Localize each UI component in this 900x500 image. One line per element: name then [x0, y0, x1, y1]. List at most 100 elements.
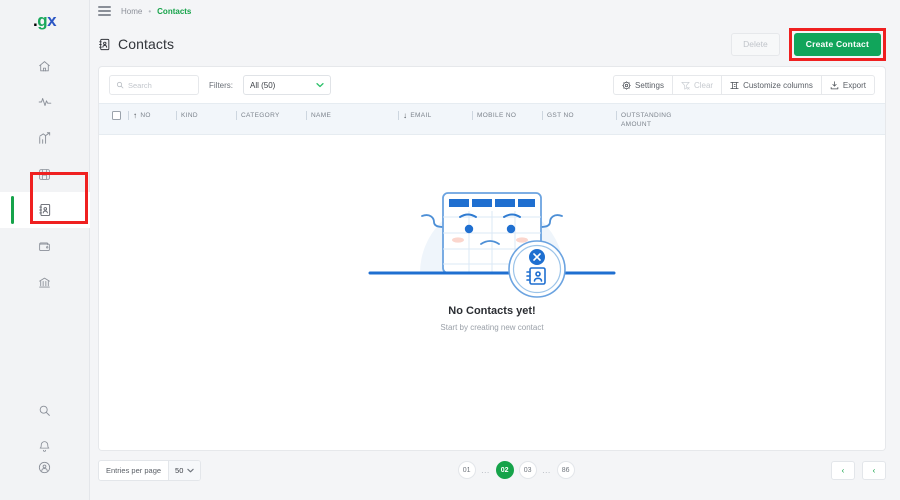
column-label-no: NO — [140, 112, 151, 119]
clear-button[interactable]: Clear — [671, 75, 722, 95]
column-header-outstanding-amount[interactable]: OUTSTANDING AMOUNT — [616, 104, 701, 130]
page-button-03[interactable]: 03 — [518, 461, 537, 479]
empty-state-subtitle: Start by creating new contact — [440, 323, 544, 332]
search-icon — [116, 81, 124, 89]
sort-desc-icon: ↓ — [403, 111, 408, 120]
bank-icon — [38, 276, 51, 289]
export-button[interactable]: Export — [820, 75, 875, 95]
page-ellipsis-right: … — [541, 464, 552, 475]
search-field-wrapper[interactable] — [109, 75, 199, 95]
breadcrumb-home[interactable]: Home — [121, 7, 142, 16]
sidebar-item-search[interactable] — [0, 392, 90, 428]
pulse-icon — [38, 95, 52, 109]
pagination-nav-buttons: ‹ ‹ — [830, 460, 886, 480]
customize-columns-button[interactable]: Customize columns — [721, 75, 821, 95]
settings-button[interactable]: Settings — [613, 75, 672, 95]
page-header-actions: Delete Create Contact — [731, 27, 886, 61]
sidebar-item-account[interactable] — [0, 461, 90, 500]
table-toolbar: Filters: All (50) Settings — [99, 67, 885, 103]
breadcrumb-separator: • — [148, 6, 152, 16]
page-button-02[interactable]: 02 — [495, 461, 514, 479]
home-icon — [38, 60, 51, 73]
page-title: Contacts — [118, 36, 175, 52]
funnel-clear-icon — [681, 81, 690, 90]
breadcrumb: Home • Contacts — [121, 7, 191, 16]
bell-icon — [38, 440, 51, 453]
sidebar: .gx — [0, 0, 90, 500]
logo-g: g — [37, 11, 48, 30]
page-ellipsis-left: … — [480, 464, 491, 475]
column-label-name: NAME — [311, 112, 332, 119]
contacts-card: Filters: All (50) Settings — [98, 66, 886, 451]
sidebar-item-home[interactable] — [0, 48, 90, 84]
user-circle-icon — [38, 461, 51, 474]
previous-page-button[interactable]: ‹ — [830, 460, 855, 480]
empty-state-title: No Contacts yet! — [448, 305, 536, 317]
chevron-left-icon: ‹ — [872, 465, 876, 475]
sidebar-item-reports[interactable] — [0, 120, 90, 156]
contact-book-icon — [38, 203, 52, 217]
empty-state-illustration — [362, 169, 622, 299]
sidebar-item-bank[interactable] — [0, 264, 90, 300]
entries-per-page-label: Entries per page — [106, 465, 162, 475]
column-label-kind: KIND — [181, 112, 198, 119]
chevron-left-icon: ‹ — [841, 465, 845, 475]
sidebar-item-activity[interactable] — [0, 84, 90, 120]
bar-chart-arrow-icon — [38, 131, 52, 145]
brand-logo[interactable]: .gx — [33, 8, 57, 34]
download-icon — [830, 80, 839, 90]
entries-per-page-value: 50 — [175, 465, 184, 475]
main-area: Home • Contacts Contacts Delete Create C… — [90, 0, 900, 500]
top-bar: Home • Contacts — [90, 0, 900, 22]
logo-x: x — [47, 11, 57, 30]
settings-label: Settings — [635, 80, 664, 90]
column-header-no[interactable]: ↑ NO — [128, 104, 181, 121]
column-header-category[interactable]: CATEGORY — [236, 104, 311, 121]
entries-per-page-select[interactable]: 50 — [168, 460, 201, 480]
pagination-bar: Entries per page 50 01 … 02 03 … 86 ‹ ‹ — [98, 451, 886, 489]
select-all-checkbox[interactable] — [111, 111, 121, 120]
search-icon — [38, 404, 51, 417]
sort-asc-icon: ↑ — [133, 111, 138, 120]
chevron-down-icon — [187, 468, 195, 473]
create-contact-wrapper: Create Contact — [788, 27, 886, 61]
column-label-outstanding-amount: OUTSTANDING AMOUNT — [621, 112, 672, 128]
column-header-email[interactable]: ↓ EMAIL — [398, 104, 477, 121]
clear-label: Clear — [693, 80, 714, 90]
table-header-row: ↑ NO KIND CATEGORY NAME ↓ EMAIL MOBILE N — [99, 103, 885, 135]
page-button-86[interactable]: 86 — [556, 461, 575, 479]
column-label-category: CATEGORY — [241, 112, 280, 119]
column-header-mobile-no[interactable]: MOBILE NO — [472, 104, 547, 121]
sidebar-item-notifications[interactable] — [0, 428, 90, 464]
empty-state: No Contacts yet! Start by creating new c… — [362, 169, 622, 332]
column-header-name[interactable]: NAME — [306, 104, 403, 121]
table-body: No Contacts yet! Start by creating new c… — [99, 135, 885, 450]
chevron-down-icon — [316, 82, 324, 88]
filter-select-value: All (50) — [250, 80, 276, 90]
column-header-gst-no[interactable]: GST NO — [542, 104, 621, 121]
export-label: Export — [842, 80, 866, 90]
customize-columns-label: Customize columns — [743, 80, 813, 90]
sidebar-item-wallet[interactable] — [0, 228, 90, 264]
delete-button[interactable]: Delete — [731, 32, 780, 56]
column-label-mobile-no: MOBILE NO — [477, 112, 517, 119]
column-label-email: EMAIL — [410, 112, 432, 119]
app-root: .gx Home • Contacts Contacts Delete Crea… — [0, 0, 900, 500]
create-contact-button[interactable]: Create Contact — [793, 32, 881, 56]
columns-icon — [730, 81, 739, 90]
filter-select[interactable]: All (50) — [243, 75, 331, 95]
filters-label: Filters: — [209, 80, 233, 90]
page-button-01[interactable]: 01 — [457, 461, 476, 479]
page-number-list: 01 … 02 03 … 86 — [457, 461, 575, 479]
entries-per-page: Entries per page 50 — [98, 459, 202, 481]
toolbar-button-group: Settings Clear Customize columns Export — [613, 75, 875, 95]
wallet-icon — [38, 240, 51, 253]
gear-icon — [622, 80, 631, 90]
column-header-kind[interactable]: KIND — [176, 104, 241, 121]
sidebar-item-contacts[interactable] — [0, 192, 90, 228]
first-page-button[interactable]: ‹ — [861, 460, 886, 480]
search-input[interactable] — [128, 80, 192, 90]
breadcrumb-current: Contacts — [157, 6, 192, 16]
sidebar-item-inventory[interactable] — [0, 156, 90, 192]
hamburger-icon[interactable] — [98, 6, 111, 16]
